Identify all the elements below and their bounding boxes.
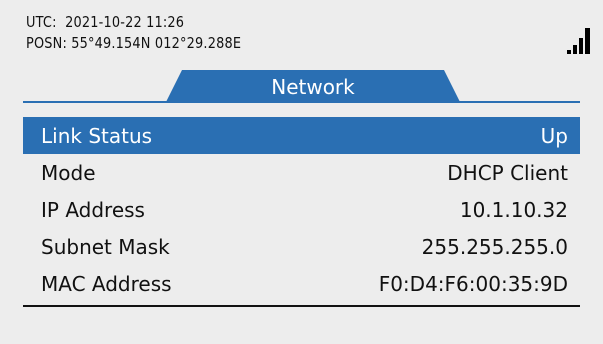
posn-label: POSN:	[26, 34, 67, 52]
row-link-status[interactable]: Link Status Up	[23, 117, 580, 154]
row-mode[interactable]: Mode DHCP Client	[23, 154, 580, 191]
row-ip-address[interactable]: IP Address 10.1.10.32	[23, 191, 580, 228]
row-value: 255.255.255.0	[421, 234, 568, 259]
utc-time-line: UTC: 2021-10-22 11:26	[26, 13, 184, 31]
signal-strength-icon	[567, 26, 593, 54]
tab-network[interactable]: Network	[166, 70, 460, 102]
posn-value: 55°49.154N 012°29.288E	[71, 34, 242, 52]
row-value: F0:D4:F6:00:35:9D	[378, 271, 568, 296]
position-line: POSN: 55°49.154N 012°29.288E	[26, 34, 241, 52]
row-label: IP Address	[41, 197, 145, 222]
row-label: Link Status	[41, 123, 153, 148]
row-label: MAC Address	[41, 271, 172, 296]
tab-label: Network	[271, 75, 355, 99]
row-value: DHCP Client	[447, 160, 568, 185]
row-value: Up	[540, 123, 568, 148]
row-value: 10.1.10.32	[459, 197, 568, 222]
network-info-list: Link Status Up Mode DHCP Client IP Addre…	[23, 117, 580, 302]
row-label: Mode	[41, 160, 96, 185]
row-mac-address[interactable]: MAC Address F0:D4:F6:00:35:9D	[23, 265, 580, 302]
row-subnet-mask[interactable]: Subnet Mask 255.255.255.0	[23, 228, 580, 265]
row-label: Subnet Mask	[41, 234, 170, 259]
bottom-divider	[23, 305, 580, 307]
utc-value: 2021-10-22 11:26	[65, 13, 185, 31]
utc-label: UTC:	[26, 13, 57, 31]
